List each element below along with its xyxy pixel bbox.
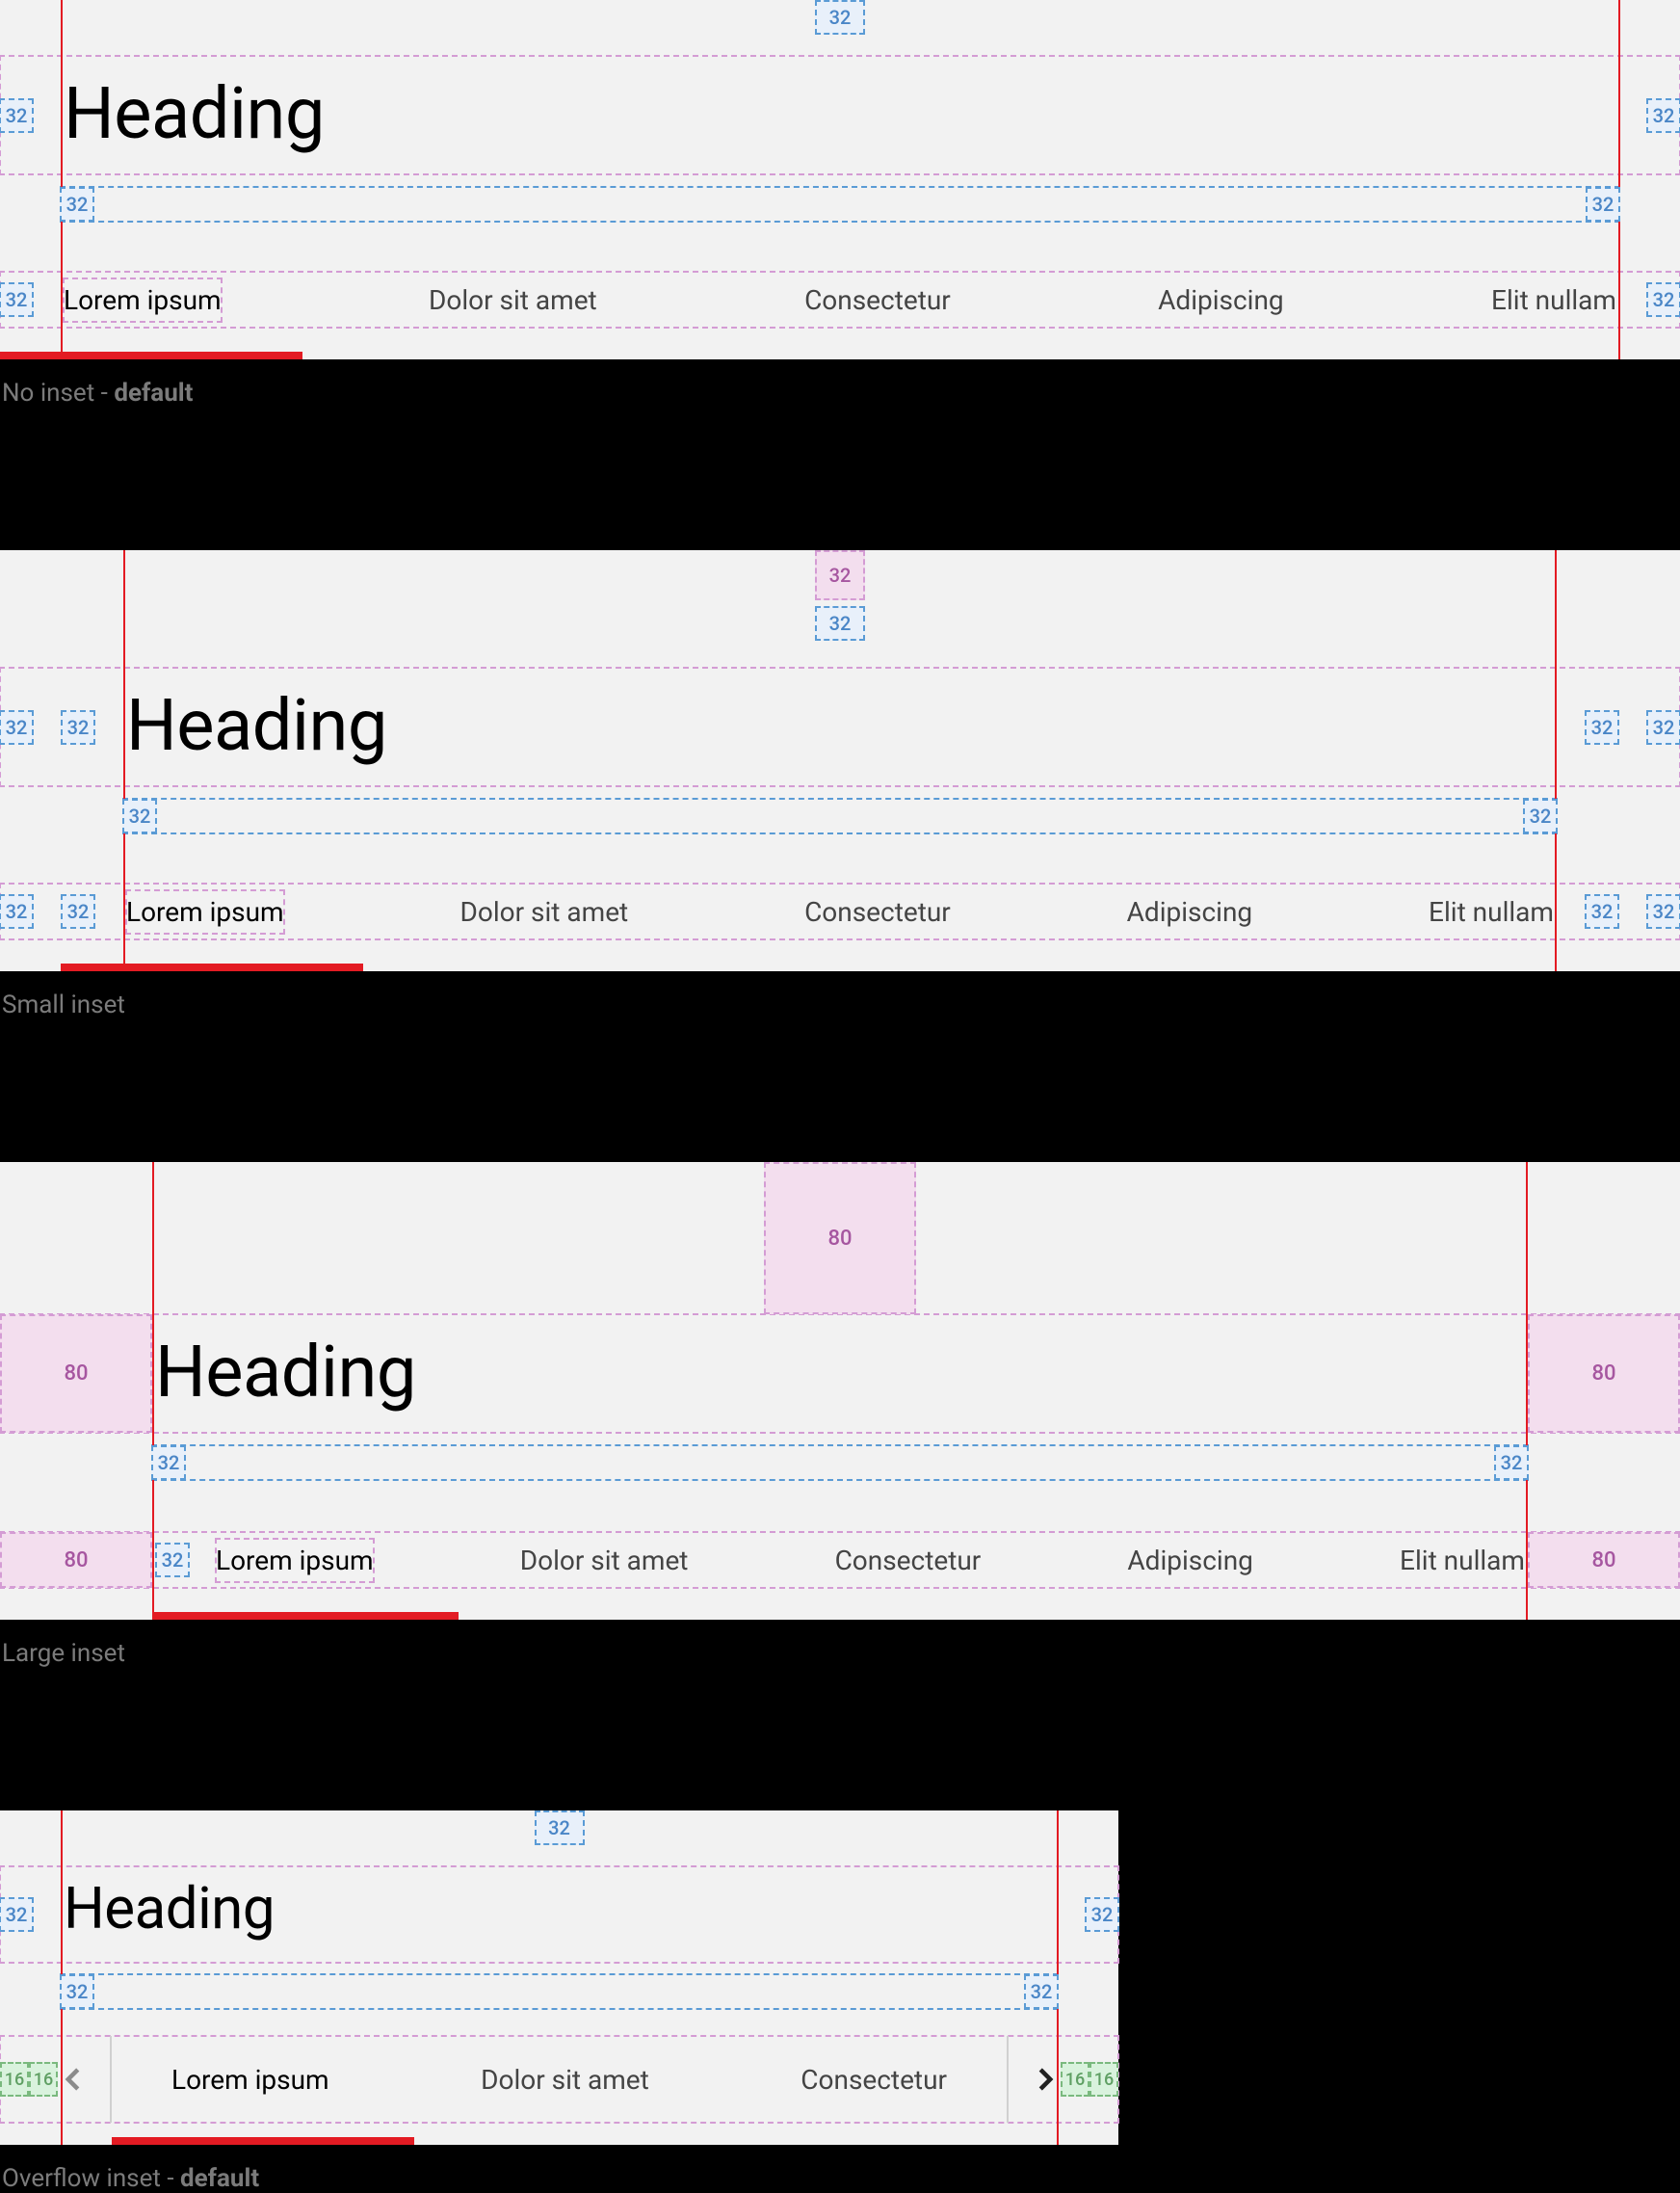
guide-right: [1555, 550, 1557, 971]
spacing-inset-right: 32: [1585, 894, 1619, 929]
tab-row: 32 32 Lorem ipsum Dolor sit amet Consect…: [0, 272, 1680, 328]
guide-right: [1618, 0, 1620, 359]
spacing-inset-left: 80: [0, 1314, 152, 1433]
chevron-right-icon[interactable]: [1030, 2065, 1059, 2094]
spacing-gap-right: 32: [1494, 1445, 1529, 1480]
overflow-divider-left: [110, 2036, 112, 2123]
spacing-gutter-right-a: 16: [1061, 2062, 1089, 2097]
spacing-pad-right: 32: [1646, 894, 1680, 929]
tab-lorem[interactable]: Lorem ipsum: [171, 2064, 329, 2096]
spacing-left: 32: [0, 98, 34, 133]
spacing-gap-left: 32: [151, 1445, 186, 1480]
spacing-top: 32: [535, 1810, 585, 1845]
tab-row: 16 16 16 16 Lorem ipsum Dolor sit amet C…: [0, 2036, 1118, 2123]
tab-elit[interactable]: Elit nullam: [1491, 284, 1616, 316]
tab-row: 80 32 80 Lorem ipsum Dolor sit amet Cons…: [0, 1532, 1680, 1588]
tab-indicator: [152, 1612, 459, 1620]
spacing-left: 32: [0, 1897, 34, 1932]
tablist: Lorem ipsum Dolor sit amet Consectetur A…: [216, 1532, 1525, 1588]
caption-text: Overflow inset -: [2, 2164, 180, 2193]
spacing-top: 80: [764, 1162, 916, 1314]
page-title: Heading: [64, 1880, 275, 1938]
spacing-inset-left: 32: [61, 894, 95, 929]
page-title: Heading: [126, 691, 387, 762]
caption-small-inset: Small inset: [2, 991, 125, 1019]
tab-consectetur[interactable]: Consectetur: [804, 284, 951, 316]
spacing-pad-left: 32: [0, 894, 34, 929]
caption-large-inset: Large inset: [2, 1639, 125, 1668]
heading-row: Heading 32 32 32 32: [0, 668, 1680, 786]
spacing-gap-left: 32: [122, 799, 157, 833]
heading-row: Heading 32 32: [0, 56, 1680, 174]
spacing-gap-right: 32: [1024, 1974, 1059, 2009]
tablist: Lorem ipsum Dolor sit amet Consectetur A…: [126, 884, 1554, 939]
caption-text: No inset -: [2, 379, 114, 408]
guide-left: [123, 550, 125, 971]
example-overflow-inset: 32 Heading 32 32 32 32 16 16 16 16 Lorem…: [0, 1810, 1118, 2145]
spacing-inset-right: 80: [1528, 1314, 1680, 1433]
spacing-gutter-right-b: 16: [1089, 2062, 1118, 2097]
tab-elit[interactable]: Elit nullam: [1400, 1545, 1525, 1576]
spacing-gap-right: 32: [1586, 187, 1620, 222]
spacing-left-tabs: 32: [0, 282, 34, 317]
spacing-inset-right: 80: [1528, 1532, 1680, 1588]
spacing-pad-left: 32: [0, 710, 34, 745]
spacing-gap-row: 32 32: [152, 1445, 1528, 1480]
tab-indicator: [112, 2137, 414, 2145]
tab-lorem[interactable]: Lorem ipsum: [216, 1539, 374, 1582]
spacing-right: 32: [1085, 1897, 1119, 1932]
caption-bold: default: [180, 2164, 259, 2193]
spacing-gap-left: 32: [60, 1974, 94, 2009]
overflow-divider-right: [1007, 2036, 1009, 2123]
tab-indicator: [0, 352, 302, 359]
tab-lorem[interactable]: Lorem ipsum: [126, 890, 284, 934]
guide-left: [61, 0, 63, 359]
guide-left: [152, 1162, 154, 1620]
caption-overflow-inset: Overflow inset - default: [2, 2164, 259, 2193]
tab-adipiscing[interactable]: Adipiscing: [1127, 896, 1253, 928]
spacing-gutter-left-b: 16: [29, 2062, 58, 2097]
tab-consectetur[interactable]: Consectetur: [804, 896, 951, 928]
spacing-gap-row: 32 32: [123, 799, 1557, 833]
spacing-gap-row: 32 32: [61, 1974, 1058, 2009]
spacing-gap-right: 32: [1523, 799, 1558, 833]
caption-bold: default: [114, 379, 193, 408]
example-small-inset: 32 32 Heading 32 32 32 32 32 32 32 32 32…: [0, 550, 1680, 971]
tab-dolor[interactable]: Dolor sit amet: [520, 1545, 689, 1576]
tab-indicator: [61, 964, 363, 971]
heading-row: Heading 80 80: [0, 1314, 1680, 1433]
spacing-gutter-left-a: 16: [0, 2062, 29, 2097]
example-no-inset: 32 Heading 32 32 32 32 32 32 Lorem ipsum…: [0, 0, 1680, 359]
spacing-top: 32: [815, 0, 865, 35]
page-title: Heading: [155, 1337, 416, 1409]
example-large-inset: 80 Heading 80 80 32 32 80 32 80 Lorem ip…: [0, 1162, 1680, 1620]
heading-row: Heading 32 32: [0, 1866, 1118, 1963]
tab-row: 32 32 32 32 Lorem ipsum Dolor sit amet C…: [0, 884, 1680, 939]
tab-lorem[interactable]: Lorem ipsum: [64, 278, 222, 322]
tab-adipiscing[interactable]: Adipiscing: [1158, 284, 1284, 316]
spacing-right: 32: [1646, 98, 1680, 133]
spacing-inset-left: 32: [61, 710, 95, 745]
tab-adipiscing[interactable]: Adipiscing: [1127, 1545, 1253, 1576]
spacing-right-tabs: 32: [1646, 282, 1680, 317]
spacing-pad-left: 32: [155, 1543, 190, 1577]
tab-dolor[interactable]: Dolor sit amet: [481, 2064, 649, 2096]
tab-elit[interactable]: Elit nullam: [1429, 896, 1554, 928]
spacing-top-outer: 32: [815, 550, 865, 600]
tab-consectetur[interactable]: Consectetur: [801, 2064, 947, 2096]
spacing-inset-right: 32: [1585, 710, 1619, 745]
tab-dolor[interactable]: Dolor sit amet: [429, 284, 597, 316]
tablist: Lorem ipsum Dolor sit amet Consectetur A…: [64, 272, 1616, 328]
spacing-gap-row: 32 32: [61, 187, 1619, 222]
chevron-left-icon[interactable]: [60, 2065, 89, 2094]
spacing-inset-left: 80: [0, 1532, 152, 1588]
spacing-top-inner: 32: [815, 606, 865, 641]
tab-dolor[interactable]: Dolor sit amet: [459, 896, 628, 928]
caption-no-inset: No inset - default: [2, 379, 193, 408]
tablist: Lorem ipsum Dolor sit amet Consectetur: [171, 2036, 947, 2123]
spacing-pad-right: 32: [1646, 710, 1680, 745]
tab-consectetur[interactable]: Consectetur: [835, 1545, 982, 1576]
spacing-gap-left: 32: [60, 187, 94, 222]
page-title: Heading: [64, 79, 325, 150]
